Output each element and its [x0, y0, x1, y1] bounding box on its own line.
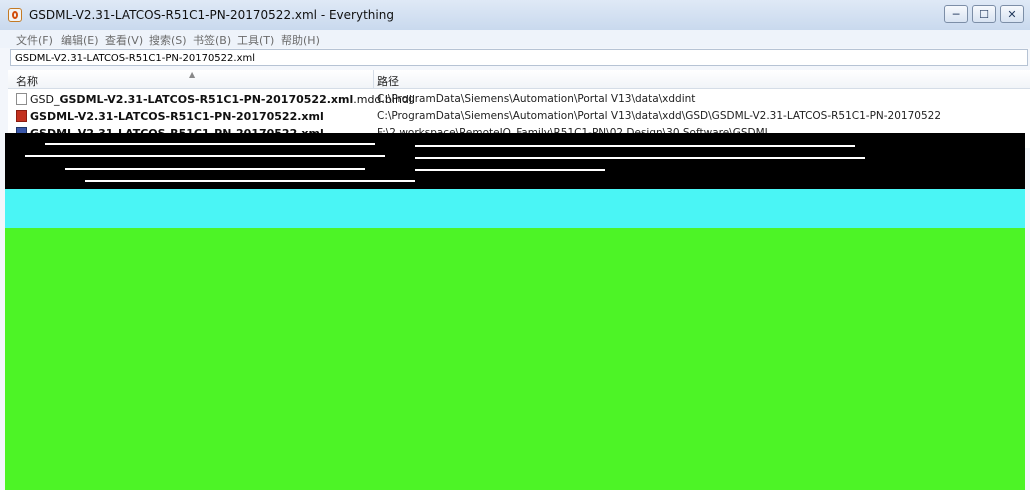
column-header-name[interactable]: 名称: [16, 73, 38, 89]
glitch-line: [415, 157, 865, 159]
column-header-path[interactable]: 路径: [377, 73, 399, 89]
menu-bar: 文件(F) 编辑(E) 查看(V) 搜索(S) 书签(B) 工具(T) 帮助(H…: [0, 30, 1030, 48]
corrupted-region-dark: [5, 133, 1025, 189]
document-icon: [16, 93, 27, 105]
window-controls: ─ ☐ ✕: [944, 5, 1024, 23]
menu-search[interactable]: 搜索(S): [149, 32, 187, 48]
window-title: GSDML-V2.31-LATCOS-R51C1-PN-20170522.xml…: [29, 8, 394, 22]
menu-tools[interactable]: 工具(T): [237, 32, 274, 48]
search-input[interactable]: [15, 51, 1019, 65]
sort-arrow-icon: ▲: [189, 70, 196, 79]
menu-view[interactable]: 查看(V): [105, 32, 143, 48]
result-row[interactable]: GSD_GSDML-V2.31-LATCOS-R51C1-PN-20170522…: [8, 91, 1030, 108]
glitch-line: [415, 145, 855, 147]
xml-file-icon: [16, 110, 27, 122]
menu-bookmarks[interactable]: 书签(B): [193, 32, 231, 48]
glitch-line: [45, 143, 375, 145]
glitch-line: [25, 155, 385, 157]
glitch-line: [65, 168, 365, 170]
minimize-button[interactable]: ─: [944, 5, 968, 23]
column-divider[interactable]: [373, 70, 374, 88]
menu-edit[interactable]: 编辑(E): [61, 32, 99, 48]
result-path: C:\ProgramData\Siemens\Automation\Portal…: [377, 93, 696, 105]
glitch-line: [85, 180, 415, 182]
result-path: C:\ProgramData\Siemens\Automation\Portal…: [377, 110, 942, 122]
column-header-row: 名称 ▲ 路径: [8, 70, 1030, 89]
menu-file[interactable]: 文件(F): [16, 32, 53, 48]
result-row[interactable]: GSDML-V2.31-LATCOS-R51C1-PN-20170522.xml…: [8, 108, 1030, 125]
menu-help[interactable]: 帮助(H): [281, 32, 320, 48]
result-name: GSDML-V2.31-LATCOS-R51C1-PN-20170522.xml: [30, 110, 324, 123]
glitch-line: [415, 169, 605, 171]
search-box: [10, 49, 1028, 66]
corrupted-region-cyan: [5, 189, 1025, 228]
close-button[interactable]: ✕: [1000, 5, 1024, 23]
everything-app-icon: [8, 8, 22, 22]
maximize-button[interactable]: ☐: [972, 5, 996, 23]
result-name: GSD_GSDML-V2.31-LATCOS-R51C1-PN-20170522…: [30, 93, 416, 106]
corrupted-region-green: [5, 228, 1025, 490]
everything-window: GSDML-V2.31-LATCOS-R51C1-PN-20170522.xml…: [0, 0, 1030, 490]
title-bar[interactable]: GSDML-V2.31-LATCOS-R51C1-PN-20170522.xml…: [0, 0, 1030, 31]
